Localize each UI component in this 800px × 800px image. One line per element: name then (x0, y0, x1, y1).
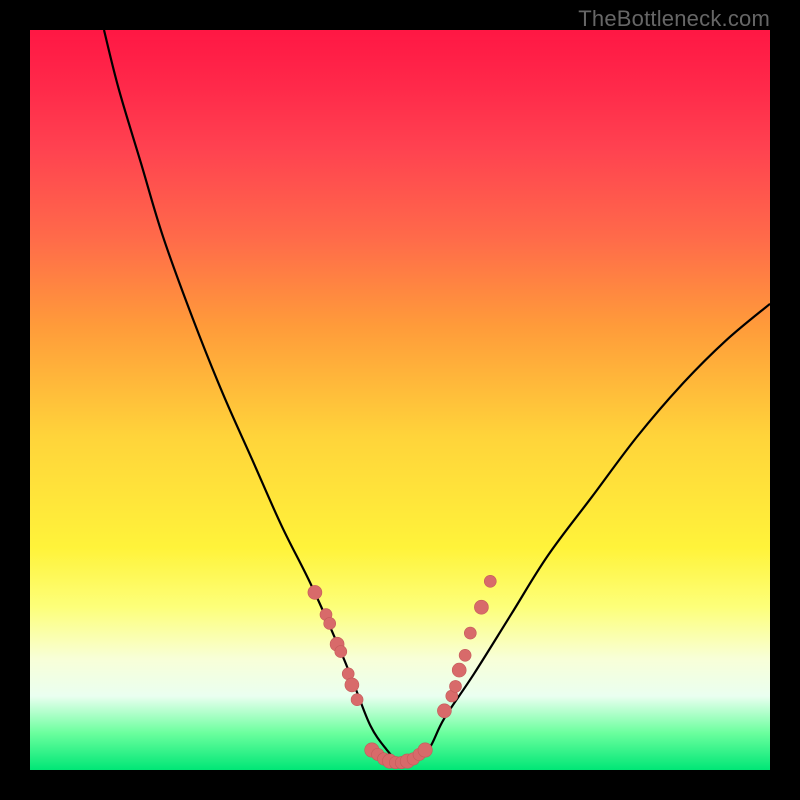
markers-left (308, 585, 363, 705)
watermark-label: TheBottleneck.com (578, 6, 770, 32)
plot-area (30, 30, 770, 770)
data-marker (324, 617, 336, 629)
data-marker (308, 585, 322, 599)
data-marker (437, 704, 451, 718)
data-marker (474, 600, 488, 614)
data-marker (484, 575, 496, 587)
markers-right (437, 575, 496, 718)
data-marker (335, 646, 347, 658)
bottleneck-curve (104, 30, 770, 765)
data-marker (464, 627, 476, 639)
data-marker (450, 680, 462, 692)
data-marker (418, 743, 432, 757)
chart-frame: TheBottleneck.com (0, 0, 800, 800)
data-marker (351, 694, 363, 706)
data-marker (459, 649, 471, 661)
data-marker (452, 663, 466, 677)
markers-bottom (365, 743, 433, 769)
curve-layer (30, 30, 770, 770)
data-marker (345, 678, 359, 692)
